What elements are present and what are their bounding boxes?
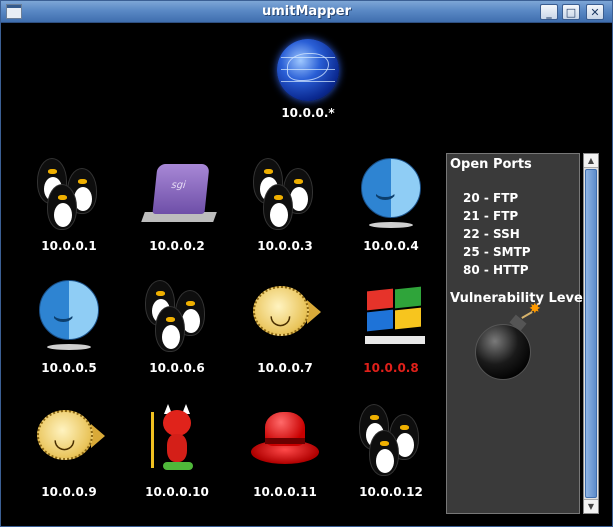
port-item: 80 - HTTP [463,263,529,277]
window-title: umitMapper [261,4,352,19]
port-item: 22 - SSH [463,227,520,241]
redhat-hat-icon [245,400,325,480]
port-item: 21 - FTP [463,209,519,223]
host-label: 10.0.0.9 [41,485,97,499]
close-button[interactable]: ✕ [586,4,604,20]
host-node-3[interactable]: 10.0.0.3 [232,154,338,264]
app-window: umitMapper _ □ ✕ 10.0.0.* 10.0.0.1 10.0.… [0,0,613,527]
host-label: 10.0.0.6 [149,361,205,375]
port-item: 20 - FTP [463,191,519,205]
bomb-icon [475,324,531,380]
host-label: 10.0.0.5 [41,361,97,375]
host-label: 10.0.0.11 [253,485,317,499]
scroll-down-arrow[interactable]: ▼ [584,499,598,513]
host-grid: 10.0.0.1 10.0.0.2 10.0.0.3 [16,154,446,514]
host-node-1[interactable]: 10.0.0.1 [16,154,122,264]
host-label: 10.0.0.7 [257,361,313,375]
macos-finder-icon [29,276,109,356]
host-node-11[interactable]: 10.0.0.11 [232,400,338,510]
windows-flag-icon [351,276,431,356]
host-node-7[interactable]: 10.0.0.7 [232,276,338,386]
openbsd-blowfish-icon [29,400,109,480]
host-label: 10.0.0.2 [149,239,205,253]
host-node-12[interactable]: 10.0.0.12 [338,400,444,510]
scroll-up-arrow[interactable]: ▲ [584,154,598,168]
host-node-5[interactable]: 10.0.0.5 [16,276,122,386]
host-label: 10.0.0.1 [41,239,97,253]
sgi-irix-icon [137,154,217,234]
host-label-vulnerable: 10.0.0.8 [363,361,419,375]
host-node-10[interactable]: 10.0.0.10 [124,400,230,510]
host-label: 10.0.0.12 [359,485,423,499]
maximize-button[interactable]: □ [562,4,580,20]
host-info-panel: Open Ports 20 - FTP 21 - FTP 22 - SSH 25… [446,153,588,514]
root-network-label: 10.0.0.* [281,106,335,120]
host-node-2[interactable]: 10.0.0.2 [124,154,230,264]
open-ports-list: 20 - FTP 21 - FTP 22 - SSH 25 - SMTP 80 … [463,189,579,279]
panel-scrollbar[interactable]: ▲ ▼ [583,153,599,514]
host-node-8[interactable]: 10.0.0.8 [338,276,444,386]
linux-penguins-icon [245,154,325,234]
host-label: 10.0.0.10 [145,485,209,499]
host-node-9[interactable]: 10.0.0.9 [16,400,122,510]
root-network-node[interactable]: 10.0.0.* [263,39,353,120]
host-label: 10.0.0.3 [257,239,313,253]
freebsd-daemon-icon [137,400,217,480]
host-node-4[interactable]: 10.0.0.4 [338,154,444,264]
linux-penguins-icon [29,154,109,234]
minimize-button[interactable]: _ [540,4,558,20]
linux-penguins-icon [351,400,431,480]
host-label: 10.0.0.4 [363,239,419,253]
network-map: 10.0.0.* 10.0.0.1 10.0.0.2 [6,24,607,521]
linux-penguins-icon [137,276,217,356]
globe-icon [277,39,339,101]
vulnerability-level-heading: Vulnerability Level [450,291,588,306]
openbsd-blowfish-icon [245,276,325,356]
macos-finder-icon [351,154,431,234]
scroll-thumb[interactable] [585,169,597,498]
host-node-6[interactable]: 10.0.0.6 [124,276,230,386]
port-item: 25 - SMTP [463,245,531,259]
title-bar[interactable]: umitMapper _ □ ✕ [1,1,612,23]
open-ports-heading: Open Ports [450,157,532,172]
